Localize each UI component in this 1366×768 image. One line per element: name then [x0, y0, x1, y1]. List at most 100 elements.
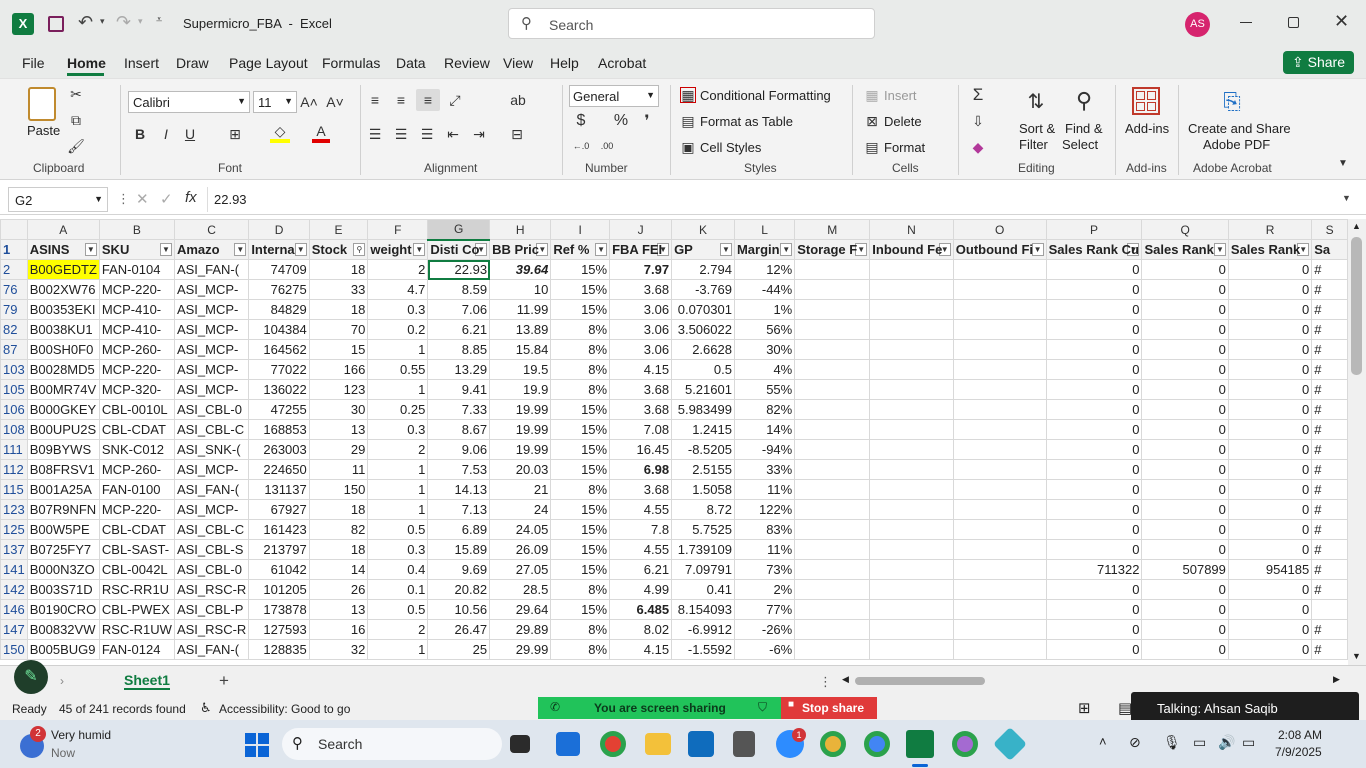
row-header[interactable]: 112 [0, 459, 28, 480]
cell[interactable]: 2.794 [671, 259, 735, 280]
cell[interactable]: ASI_CBL-0 [173, 559, 250, 580]
cell[interactable]: 82 [308, 519, 369, 540]
restore-icon[interactable] [1288, 17, 1299, 28]
cell[interactable]: 0 [1141, 399, 1229, 420]
cell[interactable]: 0 [1045, 579, 1143, 600]
cell[interactable]: 0 [1227, 539, 1313, 560]
name-box[interactable]: G2 ▼ [8, 187, 108, 212]
column-title[interactable]: ▼ Amazo [173, 239, 250, 260]
cell[interactable]: 3.68 [609, 479, 673, 500]
cell[interactable]: B0725FY7 [26, 539, 100, 560]
cell[interactable]: 56% [733, 319, 796, 340]
addins-icon[interactable] [1132, 87, 1160, 115]
align-bottom-icon[interactable]: ≡ [416, 89, 440, 111]
merge-center-icon[interactable]: ⊟ [508, 125, 526, 143]
column-title[interactable]: ▼ GP [671, 239, 735, 260]
column-header[interactable]: R [1227, 219, 1313, 240]
column-title[interactable]: ▼ Interna [248, 239, 310, 260]
cell[interactable]: 32 [308, 639, 369, 660]
cell[interactable]: -6.9912 [671, 619, 735, 640]
cell[interactable] [794, 339, 871, 360]
cell[interactable]: 61042 [248, 559, 310, 580]
cell[interactable]: 168853 [248, 419, 310, 440]
cell[interactable]: 0 [1141, 359, 1229, 380]
redo-icon[interactable]: ↷ [116, 12, 131, 33]
cancel-formula-icon[interactable]: ✕ [136, 190, 149, 208]
cell[interactable]: 7.97 [609, 259, 673, 280]
cell[interactable]: 29.64 [489, 599, 552, 620]
paste-icon[interactable] [28, 87, 56, 121]
italic-icon[interactable]: I [158, 125, 174, 143]
cell[interactable]: 2 [367, 259, 429, 280]
column-title[interactable]: ▼ Disti Co [427, 239, 491, 260]
column-header[interactable]: O [952, 219, 1047, 240]
cell[interactable]: 19.99 [489, 419, 552, 440]
cell[interactable]: 0.41 [671, 579, 735, 600]
cell[interactable]: ASI_MCP- [173, 499, 250, 520]
cell[interactable]: # [1311, 439, 1348, 460]
cell[interactable]: 1.5058 [671, 479, 735, 500]
cell[interactable]: ASI_SNK-( [173, 439, 250, 460]
cell[interactable]: 4.7 [367, 279, 429, 300]
column-title[interactable]: ▼ ASINS [26, 239, 100, 260]
scroll-thumb[interactable] [1351, 237, 1362, 375]
filter-dropdown-icon[interactable]: ▼ [294, 242, 307, 256]
cell[interactable]: 8.59 [427, 279, 491, 300]
cell[interactable]: RSC-R1UW [98, 619, 175, 640]
cell[interactable]: 0.3 [367, 299, 429, 320]
cell[interactable] [952, 419, 1047, 440]
cell[interactable]: 6.21 [609, 559, 673, 580]
column-title[interactable]: ▼ Sales Rank Cu [1045, 239, 1143, 260]
cell[interactable]: 0 [1141, 539, 1229, 560]
cell[interactable]: 18 [308, 539, 369, 560]
cell[interactable]: CBL-0042L [98, 559, 175, 580]
cell[interactable]: 4.55 [609, 539, 673, 560]
cell[interactable]: 224650 [248, 459, 310, 480]
cell[interactable]: 0 [1227, 319, 1313, 340]
comma-icon[interactable]: ❜ [640, 111, 654, 131]
cell[interactable]: B00MR74V [26, 379, 100, 400]
enter-formula-icon[interactable]: ✓ [160, 190, 173, 208]
cell[interactable]: # [1311, 539, 1348, 560]
cell[interactable]: 15% [550, 539, 611, 560]
cell[interactable]: 0 [1141, 639, 1229, 660]
number-format-select[interactable]: General ▼ [569, 85, 659, 107]
row-header[interactable]: 108 [0, 419, 28, 440]
cell[interactable]: 101205 [248, 579, 310, 600]
column-header[interactable]: A [26, 219, 100, 240]
cell[interactable]: 7.06 [427, 299, 491, 320]
cell[interactable] [869, 519, 954, 540]
volume-icon[interactable]: 🔊 [1218, 734, 1235, 751]
column-header[interactable]: I [550, 219, 611, 240]
tab-formulas[interactable]: Formulas [322, 55, 380, 71]
cell[interactable]: 0 [1045, 519, 1143, 540]
cell[interactable]: 0 [1045, 479, 1143, 500]
row-header[interactable]: 146 [0, 599, 28, 620]
sheet-tab[interactable]: Sheet1 [124, 672, 170, 690]
cell[interactable]: ASI_RSC-R [173, 619, 250, 640]
collapse-ribbon-icon[interactable]: ▼ [1335, 155, 1351, 171]
tab-draw[interactable]: Draw [176, 55, 209, 71]
more-options-icon[interactable]: ⋮ [117, 191, 130, 207]
cell[interactable] [794, 259, 871, 280]
borders-icon[interactable]: ⊞ [226, 125, 244, 143]
cell[interactable] [869, 639, 954, 660]
cell[interactable] [794, 499, 871, 520]
cell[interactable]: 4.15 [609, 359, 673, 380]
cell[interactable]: 11 [308, 459, 369, 480]
cell[interactable]: 15% [550, 419, 611, 440]
cell[interactable] [869, 579, 954, 600]
conditional-formatting-icon[interactable]: ▦ [680, 87, 696, 103]
copy-icon[interactable]: ⧉ [68, 111, 84, 129]
cell[interactable]: 161423 [248, 519, 310, 540]
cell[interactable]: 122% [733, 499, 796, 520]
redo-dropdown-icon[interactable]: ▾ [138, 16, 143, 27]
cell[interactable] [869, 379, 954, 400]
cell[interactable]: MCP-260- [98, 459, 175, 480]
cell[interactable] [952, 519, 1047, 540]
chrome-icon[interactable] [600, 731, 626, 757]
cell[interactable]: 127593 [248, 619, 310, 640]
cell[interactable] [952, 339, 1047, 360]
cell[interactable]: 0 [1227, 399, 1313, 420]
cell[interactable]: -8.5205 [671, 439, 735, 460]
